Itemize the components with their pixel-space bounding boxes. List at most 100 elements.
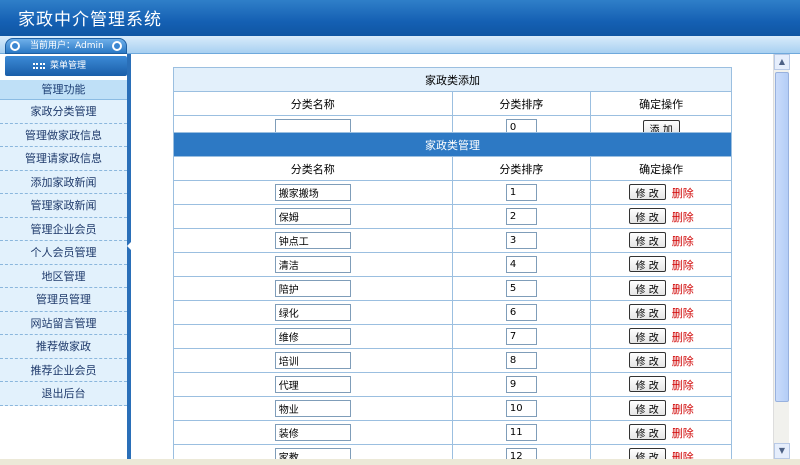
add-category-table: 家政类添加 分类名称 分类排序 确定操作 添 加 [173,67,732,140]
category-sort-input[interactable] [505,376,537,393]
edit-button[interactable]: 修 改 [628,400,666,416]
sidebar-item[interactable]: 推荐做家政 [0,335,127,359]
category-sort-input[interactable] [505,328,537,345]
edit-button[interactable]: 修 改 [628,424,666,440]
user-bar: 当前用户：Admin [0,36,800,54]
delete-link[interactable]: 删除 [672,211,694,224]
table-row: 修 改删除 [173,324,732,349]
edit-button[interactable]: 修 改 [628,184,666,200]
category-name-input[interactable] [274,184,351,201]
pill-right-icon [112,41,122,51]
delete-link[interactable]: 删除 [672,403,694,416]
category-name-input[interactable] [274,256,351,273]
delete-link[interactable]: 删除 [672,307,694,320]
app-header: 家政中介管理系统 [0,0,800,36]
edit-button[interactable]: 修 改 [628,232,666,248]
sidebar-item[interactable]: 个人会员管理 [0,241,127,265]
category-sort-input[interactable] [505,424,537,441]
add-col-op: 确定操作 [590,91,732,116]
category-name-input[interactable] [274,424,351,441]
edit-button[interactable]: 修 改 [628,304,666,320]
category-sort-input[interactable] [505,184,537,201]
category-manage-table: 家政类管理 分类名称 分类排序 确定操作 修 改删除修 改删除修 改删除修 改删… [173,132,732,459]
sidebar-item[interactable]: 家政分类管理 [0,100,127,124]
edit-button[interactable]: 修 改 [628,352,666,368]
category-sort-input[interactable] [505,304,537,321]
sidebar-item[interactable]: 管理家政新闻 [0,194,127,218]
manage-section-title: 家政类管理 [173,132,732,157]
delete-link[interactable]: 删除 [672,187,694,200]
scroll-down-icon[interactable]: ▼ [774,443,790,459]
table-row: 修 改删除 [173,228,732,253]
category-name-input[interactable] [274,328,351,345]
add-section-title: 家政类添加 [173,67,732,92]
sidebar-item[interactable]: 添加家政新闻 [0,170,127,194]
category-name-input[interactable] [274,400,351,417]
current-user-pill: 当前用户：Admin [5,38,127,54]
table-row: 修 改删除 [173,276,732,301]
delete-link[interactable]: 删除 [672,259,694,272]
sidebar-item[interactable]: 管理员管理 [0,288,127,312]
delete-link[interactable]: 删除 [672,355,694,368]
edit-button[interactable]: 修 改 [628,448,666,459]
delete-link[interactable]: 删除 [672,235,694,248]
delete-link[interactable]: 删除 [672,451,694,459]
status-strip [0,459,800,465]
category-name-input[interactable] [274,280,351,297]
menu-header-label: 菜单管理 [50,61,87,71]
category-sort-input[interactable] [505,352,537,369]
table-row: 修 改删除 [173,300,732,325]
category-sort-input[interactable] [505,232,537,249]
edit-button[interactable]: 修 改 [628,328,666,344]
sidebar-item[interactable]: 管理做家政信息 [0,123,127,147]
table-row: 修 改删除 [173,420,732,445]
manage-col-op: 确定操作 [590,156,732,181]
category-name-input[interactable] [274,304,351,321]
sidebar-collapse-icon[interactable] [127,242,131,250]
category-name-input[interactable] [274,376,351,393]
table-row: 修 改删除 [173,444,732,459]
sidebar-item[interactable]: 管理企业会员 [0,217,127,241]
category-sort-input[interactable] [505,400,537,417]
current-user-label: 当前用户：Admin [30,41,104,51]
section-title: 管理功能 [0,80,127,100]
add-col-name: 分类名称 [173,91,453,116]
edit-button[interactable]: 修 改 [628,376,666,392]
vertical-scrollbar[interactable]: ▲ ▼ [773,54,790,459]
delete-link[interactable]: 删除 [672,427,694,440]
table-row: 修 改删除 [173,204,732,229]
edit-button[interactable]: 修 改 [628,208,666,224]
manage-col-sort: 分类排序 [451,156,592,181]
sidebar-item[interactable]: 网站留言管理 [0,311,127,335]
main-content: 家政类添加 分类名称 分类排序 确定操作 添 加 家政类管理 分类名称 分类排序… [135,54,773,459]
category-sort-input[interactable] [505,280,537,297]
sidebar-item[interactable]: 地区管理 [0,264,127,288]
category-name-input[interactable] [274,208,351,225]
add-col-sort: 分类排序 [451,91,592,116]
sidebar-item[interactable]: 退出后台 [0,382,127,406]
category-name-input[interactable] [274,232,351,249]
table-row: 修 改删除 [173,180,732,205]
menu-grid-icon [33,63,45,69]
edit-button[interactable]: 修 改 [628,256,666,272]
edit-button[interactable]: 修 改 [628,280,666,296]
table-row: 修 改删除 [173,348,732,373]
delete-link[interactable]: 删除 [672,283,694,296]
table-row: 修 改删除 [173,396,732,421]
scroll-up-icon[interactable]: ▲ [774,54,790,70]
category-sort-input[interactable] [505,208,537,225]
scroll-thumb[interactable] [775,72,789,402]
sidebar-item[interactable]: 推荐企业会员 [0,358,127,382]
delete-link[interactable]: 删除 [672,379,694,392]
category-sort-input[interactable] [505,448,537,459]
manage-col-name: 分类名称 [173,156,453,181]
category-name-input[interactable] [274,352,351,369]
category-sort-input[interactable] [505,256,537,273]
sidebar: 菜单管理 管理功能 家政分类管理 管理做家政信息 管理请家政信息 添加家政新闻 管理家政… [0,54,131,465]
sidebar-item[interactable]: 管理请家政信息 [0,147,127,171]
table-row: 修 改删除 [173,372,732,397]
menu-header[interactable]: 菜单管理 [5,56,127,76]
category-name-input[interactable] [274,448,351,459]
table-row: 修 改删除 [173,252,732,277]
delete-link[interactable]: 删除 [672,331,694,344]
